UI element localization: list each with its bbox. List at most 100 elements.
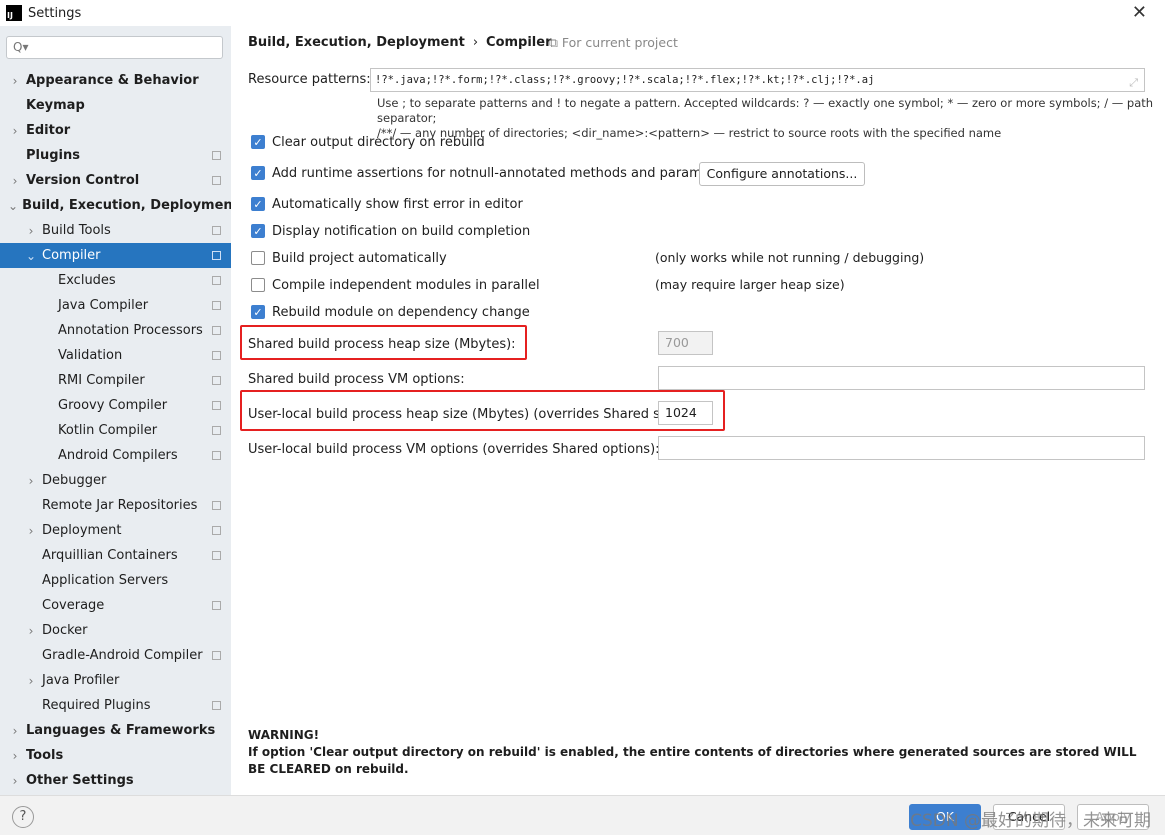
chevron-right-icon[interactable]: › <box>24 674 38 688</box>
sidebar-item[interactable]: Keymap <box>0 93 231 118</box>
sidebar-item-label: Arquillian Containers <box>42 548 178 563</box>
sidebar-item[interactable]: › Java Profiler <box>0 668 231 693</box>
settings-tree: › Appearance & Behavior Keymap › Editor Plugi… <box>0 68 239 793</box>
project-icon <box>212 326 221 335</box>
app-logo: IJ <box>6 5 22 21</box>
sidebar-item-label: Java Compiler <box>58 298 149 313</box>
project-icon: ⧉ <box>549 35 562 50</box>
breadcrumb-item[interactable]: Build, Execution, Deployment <box>248 35 465 50</box>
sidebar-item[interactable]: › Editor <box>0 118 231 143</box>
resource-patterns-label: Resource patterns: <box>248 72 371 87</box>
sidebar-item-label: Compiler <box>42 248 101 263</box>
field-input[interactable] <box>658 436 1145 460</box>
checkbox[interactable]: ✓ <box>251 305 265 319</box>
search-input[interactable]: Q▾ <box>6 36 223 59</box>
sidebar-item-label: Java Profiler <box>42 673 120 688</box>
project-icon <box>212 151 221 160</box>
chevron-down-icon[interactable]: ⌄ <box>8 199 18 213</box>
expand-icon[interactable]: ⤢ <box>1129 72 1138 94</box>
sidebar-item[interactable]: Coverage <box>0 593 231 618</box>
checkbox-row[interactable]: ✓ Display notification on build completio… <box>251 222 530 240</box>
checkbox[interactable] <box>251 278 265 292</box>
sidebar-item[interactable]: ⌄ Build, Execution, Deployment <box>0 193 239 218</box>
sidebar-item[interactable]: › Build Tools <box>0 218 231 243</box>
checkbox-row[interactable]: Compile independent modules in parallel <box>251 276 540 294</box>
resource-patterns-input[interactable]: !?*.java;!?*.form;!?*.class;!?*.groovy;!… <box>370 68 1145 92</box>
chevron-right-icon[interactable]: › <box>8 124 22 138</box>
chevron-down-icon[interactable]: ⌄ <box>24 249 38 263</box>
apply-button[interactable]: Apply <box>1077 804 1149 830</box>
dialog-footer: ? OK Cancel Apply CSDN @最好的期待，未来可期 <box>0 795 1165 835</box>
breadcrumb: Build, Execution, Deployment › Compiler <box>248 35 552 50</box>
sidebar-item-label: Application Servers <box>42 573 169 588</box>
sidebar-item[interactable]: Arquillian Containers <box>0 543 231 568</box>
chevron-right-icon[interactable]: › <box>24 624 38 638</box>
checkbox[interactable] <box>251 251 265 265</box>
checkbox-row[interactable]: ✓ Add runtime assertions for notnull-anno… <box>251 164 735 182</box>
chevron-right-icon[interactable]: › <box>8 74 22 88</box>
checkbox-row[interactable]: ✓ Clear output directory on rebuild <box>251 133 485 151</box>
checkbox[interactable]: ✓ <box>251 166 265 180</box>
field-input[interactable] <box>658 366 1145 390</box>
project-icon <box>212 176 221 185</box>
sidebar-item[interactable]: › Other Settings <box>0 768 231 793</box>
chevron-right-icon[interactable]: › <box>24 524 38 538</box>
ok-button[interactable]: OK <box>909 804 981 830</box>
configure-annotations-button[interactable]: Configure annotations... <box>699 162 865 186</box>
checkbox-row[interactable]: Build project automatically <box>251 249 447 267</box>
sidebar-item[interactable]: › Tools <box>0 743 231 768</box>
chevron-right-icon[interactable]: › <box>8 749 22 763</box>
sidebar-item[interactable]: Remote Jar Repositories <box>0 493 231 518</box>
sidebar-item[interactable]: ⌄ Compiler <box>0 243 231 268</box>
close-icon[interactable]: ✕ <box>1132 2 1147 23</box>
chevron-right-icon[interactable]: › <box>8 724 22 738</box>
sidebar-item[interactable]: Kotlin Compiler <box>0 418 231 443</box>
field-label: Shared build process VM options: <box>248 372 465 387</box>
checkbox-row[interactable]: ✓ Rebuild module on dependency change <box>251 303 530 321</box>
sidebar-item[interactable]: › Languages & Frameworks <box>0 718 231 743</box>
project-icon <box>212 451 221 460</box>
for-current-project-label: For current project <box>561 35 678 50</box>
help-button[interactable]: ? <box>12 806 34 828</box>
checkbox[interactable]: ✓ <box>251 135 265 149</box>
checkbox[interactable]: ✓ <box>251 224 265 238</box>
sidebar-item-label: Validation <box>58 348 123 363</box>
chevron-right-icon[interactable]: › <box>8 174 22 188</box>
breadcrumb-separator: › <box>472 35 479 50</box>
sidebar: Q▾ › Appearance & Behavior Keymap › Editor Pl… <box>0 26 239 795</box>
sidebar-item-label: Keymap <box>26 98 85 113</box>
sidebar-item[interactable]: Gradle-Android Compiler <box>0 643 231 668</box>
sidebar-item[interactable]: › Docker <box>0 618 231 643</box>
chevron-right-icon[interactable]: › <box>8 774 22 788</box>
sidebar-item-label: Remote Jar Repositories <box>42 498 198 513</box>
sidebar-item[interactable]: Excludes <box>0 268 231 293</box>
sidebar-item[interactable]: Annotation Processors <box>0 318 231 343</box>
sidebar-item-label: RMI Compiler <box>58 373 145 388</box>
sidebar-item[interactable]: Application Servers <box>0 568 231 593</box>
checkbox-label: Build project automatically <box>272 250 447 266</box>
checkbox-label: Rebuild module on dependency change <box>272 304 530 320</box>
sidebar-item[interactable]: › Deployment <box>0 518 231 543</box>
sidebar-item[interactable]: Validation <box>0 343 231 368</box>
sidebar-item[interactable]: › Version Control <box>0 168 231 193</box>
sidebar-item[interactable]: Plugins <box>0 143 231 168</box>
sidebar-item[interactable]: › Debugger <box>0 468 231 493</box>
sidebar-item-label: Other Settings <box>26 773 134 788</box>
for-current-project: ⧉ For current project <box>549 35 678 51</box>
sidebar-item-label: Tools <box>26 748 64 763</box>
sidebar-item[interactable]: RMI Compiler <box>0 368 231 393</box>
sidebar-item-label: Annotation Processors <box>58 323 203 338</box>
chevron-right-icon[interactable]: › <box>24 474 38 488</box>
sidebar-item[interactable]: Groovy Compiler <box>0 393 231 418</box>
sidebar-item[interactable]: Required Plugins <box>0 693 231 718</box>
resource-patterns-value: !?*.java;!?*.form;!?*.class;!?*.groovy;!… <box>375 74 875 86</box>
cancel-button[interactable]: Cancel <box>993 804 1065 830</box>
sidebar-item[interactable]: › Appearance & Behavior <box>0 68 231 93</box>
checkbox-row[interactable]: ✓ Automatically show first error in edito… <box>251 195 523 213</box>
sidebar-item[interactable]: Java Compiler <box>0 293 231 318</box>
sidebar-item-label: Groovy Compiler <box>58 398 168 413</box>
checkbox-label: Automatically show first error in editor <box>272 196 523 212</box>
sidebar-item[interactable]: Android Compilers <box>0 443 231 468</box>
chevron-right-icon[interactable]: › <box>24 224 38 238</box>
checkbox[interactable]: ✓ <box>251 197 265 211</box>
